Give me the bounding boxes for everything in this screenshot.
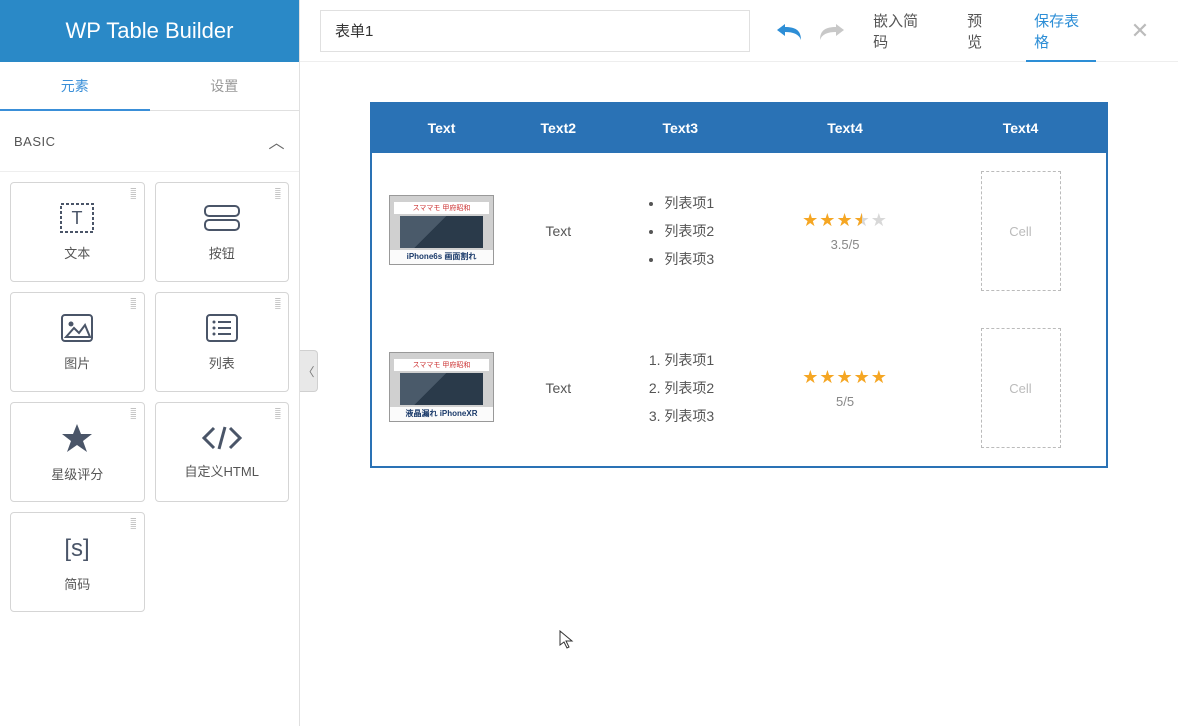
drag-grip-icon: ≡≡ bbox=[130, 188, 137, 200]
undo-button[interactable] bbox=[774, 14, 805, 48]
element-button-label: 按钮 bbox=[209, 243, 235, 262]
thumbnail[interactable]: スママモ 甲府昭和液晶漏れ iPhoneXR bbox=[389, 352, 494, 422]
element-list-label: 列表 bbox=[209, 353, 235, 372]
redo-button[interactable] bbox=[817, 14, 848, 48]
text-icon: T bbox=[60, 203, 94, 233]
drag-grip-icon: ≡≡ bbox=[130, 408, 137, 420]
element-html[interactable]: ≡≡ 自定义HTML bbox=[155, 402, 290, 502]
element-text[interactable]: ≡≡ T 文本 bbox=[10, 182, 145, 282]
section-basic-label: BASIC bbox=[14, 134, 56, 149]
drag-grip-icon: ≡≡ bbox=[130, 298, 137, 310]
svg-text:T: T bbox=[72, 208, 83, 228]
element-image-label: 图片 bbox=[64, 353, 90, 372]
table-title-input[interactable] bbox=[320, 10, 750, 52]
table-row[interactable]: スママモ 甲府昭和液晶漏れ iPhoneXRText列表项1列表项2列表项3★★… bbox=[371, 310, 1107, 468]
drag-grip-icon: ≡≡ bbox=[275, 408, 282, 420]
table-header[interactable]: Text3 bbox=[606, 103, 755, 153]
thumbnail[interactable]: スママモ 甲府昭和iPhone6s 画面割れ bbox=[389, 195, 494, 265]
list-item[interactable]: 列表项3 bbox=[664, 402, 714, 430]
sidebar: WP Table Builder 元素 设置 BASIC ︿ ≡≡ T 文本 ≡… bbox=[0, 0, 300, 726]
svg-text:[s]: [s] bbox=[65, 535, 90, 562]
list-icon bbox=[205, 313, 239, 343]
topbar: 嵌入简码 预览 保存表格 ✕ bbox=[300, 0, 1178, 62]
star-rating: ★★★★★ bbox=[765, 367, 925, 388]
table-header[interactable]: Text2 bbox=[511, 103, 606, 153]
drag-grip-icon: ≡≡ bbox=[275, 298, 282, 310]
table-header-row[interactable]: Text Text2 Text3 Text4 Text4 bbox=[371, 103, 1107, 153]
rating-text: 3.5/5 bbox=[765, 237, 925, 252]
tab-settings[interactable]: 设置 bbox=[150, 62, 300, 110]
element-list[interactable]: ≡≡ 列表 bbox=[155, 292, 290, 392]
sidebar-tabs: 元素 设置 bbox=[0, 62, 299, 111]
element-rating-label: 星级评分 bbox=[51, 464, 103, 483]
elements-grid: ≡≡ T 文本 ≡≡ 按钮 ≡≡ 图片 ≡ bbox=[0, 172, 299, 622]
list-item[interactable]: 列表项1 bbox=[664, 346, 714, 374]
cell-list[interactable]: 列表项1列表项2列表项3 bbox=[606, 153, 755, 310]
list-item[interactable]: 列表项1 bbox=[664, 189, 714, 217]
star-rating: ★★★★★★ bbox=[765, 210, 925, 231]
preview-table[interactable]: Text Text2 Text3 Text4 Text4 スママモ 甲府昭和iP… bbox=[370, 102, 1108, 468]
element-text-label: 文本 bbox=[64, 243, 90, 262]
cell-placeholder[interactable]: Cell bbox=[935, 310, 1107, 468]
shortcode-icon: [s] bbox=[54, 532, 100, 564]
cell-rating[interactable]: ★★★★★ 5/5 bbox=[755, 310, 935, 468]
element-image[interactable]: ≡≡ 图片 bbox=[10, 292, 145, 392]
drag-grip-icon: ≡≡ bbox=[275, 188, 282, 200]
element-shortcode-label: 简码 bbox=[64, 574, 90, 593]
cell-image[interactable]: スママモ 甲府昭和液晶漏れ iPhoneXR bbox=[371, 310, 511, 468]
cell-rating[interactable]: ★★★★★★ 3.5/5 bbox=[755, 153, 935, 310]
save-table-button[interactable]: 保存表格 bbox=[1020, 0, 1102, 62]
table-header[interactable]: Text bbox=[371, 103, 511, 153]
preview-button[interactable]: 预览 bbox=[953, 0, 1008, 62]
sidebar-collapse-toggle[interactable]: 〈 bbox=[300, 350, 318, 392]
cell-text[interactable]: Text bbox=[511, 153, 606, 310]
app-logo: WP Table Builder bbox=[0, 0, 299, 62]
table-canvas[interactable]: Text Text2 Text3 Text4 Text4 スママモ 甲府昭和iP… bbox=[300, 62, 1178, 726]
element-shortcode[interactable]: ≡≡ [s] 简码 bbox=[10, 512, 145, 612]
element-button[interactable]: ≡≡ 按钮 bbox=[155, 182, 290, 282]
chevron-up-icon: ︿ bbox=[268, 129, 285, 153]
empty-cell-placeholder[interactable]: Cell bbox=[981, 328, 1061, 448]
tab-elements[interactable]: 元素 bbox=[0, 62, 150, 110]
list-item[interactable]: 列表项3 bbox=[664, 245, 714, 273]
list-item[interactable]: 列表项2 bbox=[664, 374, 714, 402]
table-header[interactable]: Text4 bbox=[755, 103, 935, 153]
table-row[interactable]: スママモ 甲府昭和iPhone6s 画面割れText列表项1列表项2列表项3★★… bbox=[371, 153, 1107, 310]
empty-cell-placeholder[interactable]: Cell bbox=[981, 171, 1061, 291]
drag-grip-icon: ≡≡ bbox=[130, 518, 137, 530]
rating-text: 5/5 bbox=[765, 394, 925, 409]
element-html-label: 自定义HTML bbox=[185, 461, 259, 480]
button-icon bbox=[202, 203, 242, 233]
code-icon bbox=[200, 425, 244, 451]
cell-list[interactable]: 列表项1列表项2列表项3 bbox=[606, 310, 755, 468]
section-basic-header[interactable]: BASIC ︿ bbox=[0, 111, 299, 172]
element-rating[interactable]: ≡≡ 星级评分 bbox=[10, 402, 145, 502]
close-button[interactable]: ✕ bbox=[1122, 11, 1158, 51]
star-icon bbox=[60, 422, 94, 454]
table-header[interactable]: Text4 bbox=[935, 103, 1107, 153]
image-icon bbox=[60, 313, 94, 343]
list-item[interactable]: 列表项2 bbox=[664, 217, 714, 245]
cell-placeholder[interactable]: Cell bbox=[935, 153, 1107, 310]
main-area: 嵌入简码 预览 保存表格 ✕ Text Text2 Text3 Text4 Te… bbox=[300, 0, 1178, 726]
embed-shortcode-button[interactable]: 嵌入简码 bbox=[859, 0, 941, 62]
cell-image[interactable]: スママモ 甲府昭和iPhone6s 画面割れ bbox=[371, 153, 511, 310]
cell-text[interactable]: Text bbox=[511, 310, 606, 468]
